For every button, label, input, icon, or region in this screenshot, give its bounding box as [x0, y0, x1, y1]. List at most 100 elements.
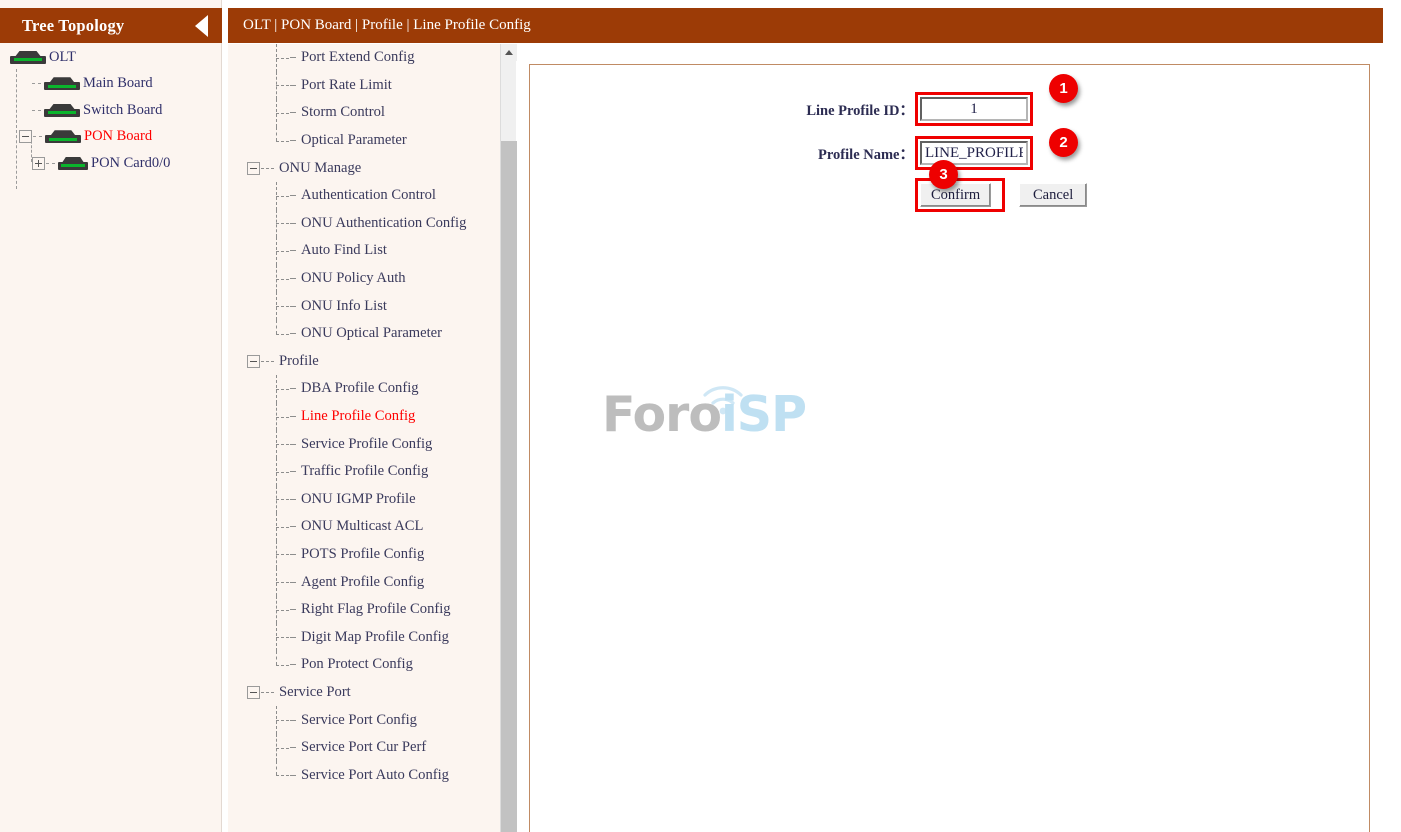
menu-item-onu-multicast-acl[interactable]: ONU Multicast ACL — [228, 513, 516, 541]
tree-topology-panel: Tree Topology OLT Main Board Switch Boar… — [0, 0, 222, 832]
watermark-isp: iSP — [720, 386, 807, 443]
tree-topology-header: Tree Topology — [0, 8, 222, 43]
collapse-minus-icon[interactable] — [247, 161, 260, 175]
line-profile-id-input[interactable] — [920, 97, 1028, 121]
menu-item-label: Port Extend Config — [301, 49, 415, 66]
tree-connector-dash — [33, 136, 42, 138]
cancel-button[interactable]: Cancel — [1019, 183, 1088, 207]
menu-scrollbar[interactable] — [500, 44, 517, 832]
tree-node-pon-card[interactable]: PON Card0/0 — [0, 150, 222, 177]
menu-item-onu-optical-parameter[interactable]: ONU Optical Parameter — [228, 319, 516, 348]
menu-item-pon-protect-config[interactable]: Pon Protect Config — [228, 651, 516, 679]
profile-name-label: Profile Name： — [818, 146, 914, 163]
caret-up-icon — [505, 50, 513, 55]
application-window: Tree Topology OLT Main Board Switch Boar… — [0, 0, 1401, 832]
tree-node-label: Switch Board — [83, 101, 163, 118]
menu-item-traffic-profile-config[interactable]: Traffic Profile Config — [228, 457, 516, 486]
menu-item-service-port-auto-config[interactable]: Service Port Auto Config — [228, 761, 516, 789]
navigation-menu: Port Extend Config Port Rate Limit Storm C… — [228, 44, 516, 832]
device-icon — [58, 156, 88, 170]
menu-item-label: ONU Manage — [279, 159, 362, 176]
menu-item-label: Service Port Config — [301, 711, 417, 728]
menu-item-right-flag-profile-config[interactable]: Right Flag Profile Config — [228, 595, 516, 624]
menu-item-label: Authentication Control — [301, 187, 436, 204]
line-profile-form: Line Profile ID： Profile Name： Confirm — [530, 89, 1371, 212]
menu-item-onu-authentication-config[interactable]: ONU Authentication Config — [228, 209, 516, 238]
tree-node-main-board[interactable]: Main Board — [0, 71, 222, 98]
menu-connector-dash — [261, 167, 274, 169]
menu-connector-elbow — [276, 651, 290, 679]
menu-item-port-rate-limit[interactable]: Port Rate Limit — [228, 71, 516, 100]
menu-item-onu-policy-auth[interactable]: ONU Policy Auth — [228, 264, 516, 293]
menu-item-label: Line Profile Config — [301, 408, 416, 425]
menu-connector-elbow — [276, 513, 290, 541]
menu-connector-dash — [290, 774, 296, 776]
menu-item-label: Optical Parameter — [301, 132, 407, 149]
menu-item-onu-igmp-profile[interactable]: ONU IGMP Profile — [228, 485, 516, 514]
menu-item-service-port-cur-perf[interactable]: Service Port Cur Perf — [228, 733, 516, 762]
menu-connector-elbow — [276, 375, 290, 403]
menu-connector-dash — [290, 278, 296, 280]
triangle-left-icon[interactable] — [195, 14, 208, 37]
collapse-minus-icon[interactable] — [247, 354, 260, 368]
tree-node-switch-board[interactable]: Switch Board — [0, 97, 222, 124]
device-icon — [45, 130, 81, 144]
menu-item-label: Profile — [279, 352, 319, 369]
menu-item-onu-manage[interactable]: ONU Manage — [228, 154, 516, 182]
menu-connector-elbow — [276, 540, 290, 569]
menu-item-service-port-config[interactable]: Service Port Config — [228, 706, 516, 734]
device-icon — [44, 77, 80, 91]
menu-item-label: Service Port Cur Perf — [301, 739, 427, 756]
menu-item-profile[interactable]: Profile — [228, 348, 516, 376]
menu-connector-dash — [290, 581, 296, 583]
menu-connector-dash — [290, 112, 296, 114]
collapse-minus-icon[interactable] — [247, 685, 260, 699]
menu-item-label: Traffic Profile Config — [301, 463, 429, 480]
confirm-button-wrap: Confirm — [915, 178, 1005, 212]
menu-connector-dash — [290, 498, 296, 500]
annotation-badge-2: 2 — [1049, 128, 1078, 157]
menu-item-service-profile-config[interactable]: Service Profile Config — [228, 430, 516, 458]
menu-connector-elbow — [276, 402, 290, 431]
menu-item-digit-map-profile-config[interactable]: Digit Map Profile Config — [228, 623, 516, 651]
confirm-button[interactable]: Confirm — [920, 183, 992, 207]
menu-item-auto-find-list[interactable]: Auto Find List — [228, 237, 516, 265]
tree-node-pon-board[interactable]: PON Board — [0, 124, 222, 151]
line-profile-id-field-wrap — [915, 92, 1033, 126]
breadcrumb-bar: OLT | PON Board | Profile | Line Profile… — [228, 8, 1383, 43]
menu-connector-dash — [290, 636, 296, 638]
menu-item-dba-profile-config[interactable]: DBA Profile Config — [228, 375, 516, 403]
menu-connector-dash — [290, 57, 296, 59]
menu-connector-dash — [290, 195, 296, 197]
menu-item-agent-profile-config[interactable]: Agent Profile Config — [228, 568, 516, 596]
annotation-badge-3: 3 — [929, 160, 958, 189]
menu-item-optical-parameter[interactable]: Optical Parameter — [228, 126, 516, 155]
scrollbar-thumb[interactable] — [501, 141, 517, 832]
menu-item-label: Right Flag Profile Config — [301, 601, 451, 618]
scroll-up-button[interactable] — [501, 44, 517, 61]
menu-item-onu-info-list[interactable]: ONU Info List — [228, 292, 516, 320]
menu-connector-dash — [261, 360, 274, 362]
tree-node-olt[interactable]: OLT — [0, 44, 222, 71]
tree-node-label: PON Card0/0 — [91, 154, 171, 171]
menu-item-line-profile-config[interactable]: Line Profile Config — [228, 402, 516, 431]
watermark-foro: Foro — [602, 386, 722, 443]
menu-item-label: Storm Control — [301, 104, 385, 121]
navigation-menu-list: Port Extend Config Port Rate Limit Storm C… — [228, 44, 516, 789]
menu-item-label: Pon Protect Config — [301, 656, 413, 673]
breadcrumb: OLT | PON Board | Profile | Line Profile… — [243, 17, 531, 33]
menu-connector-elbow — [276, 126, 290, 155]
menu-connector-dash — [290, 526, 296, 528]
menu-item-label: Service Profile Config — [301, 435, 433, 452]
menu-item-label: Digit Map Profile Config — [301, 628, 449, 645]
menu-item-service-port[interactable]: Service Port — [228, 679, 516, 707]
menu-item-authentication-control[interactable]: Authentication Control — [228, 181, 516, 210]
menu-item-storm-control[interactable]: Storm Control — [228, 99, 516, 127]
menu-item-port-extend-config[interactable]: Port Extend Config — [228, 44, 516, 72]
menu-item-pots-profile-config[interactable]: POTS Profile Config — [228, 540, 516, 569]
expand-plus-icon[interactable] — [32, 156, 45, 170]
menu-connector-dash — [290, 471, 296, 473]
menu-item-label: ONU Info List — [301, 297, 387, 314]
menu-item-label: Service Port Auto Config — [301, 766, 449, 783]
menu-connector-dash — [290, 222, 296, 224]
